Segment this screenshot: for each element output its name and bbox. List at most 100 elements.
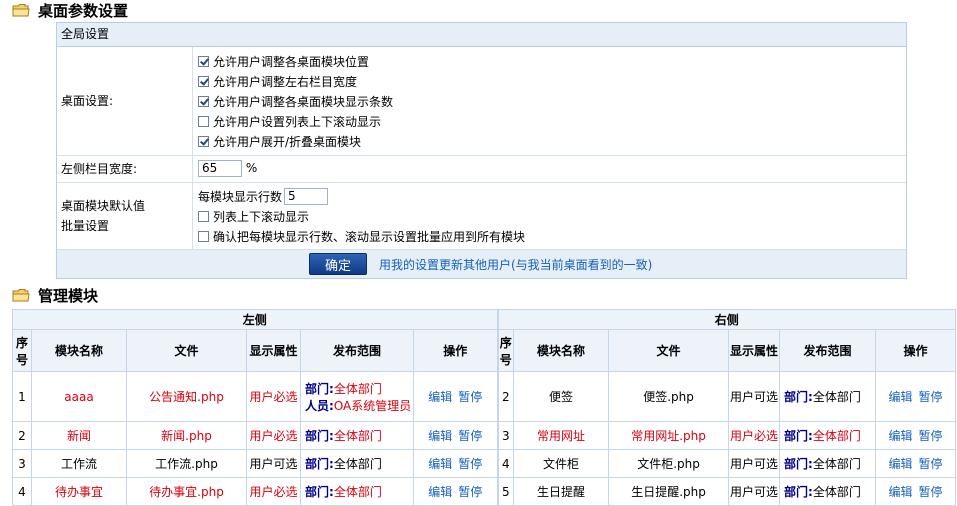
module-name: aaaa (31, 371, 127, 422)
row-actions: 编辑 暂停 (412, 421, 499, 450)
pause-link[interactable]: 暂停 (919, 485, 943, 499)
scroll-label: 列表上下滚动显示 (213, 209, 310, 224)
person-label: 人员: (305, 398, 334, 413)
edit-link[interactable]: 编辑 (889, 390, 913, 404)
edit-link[interactable]: 编辑 (428, 390, 452, 404)
desktop-settings-title: 桌面参数设置 (12, 0, 128, 20)
column-header: 模块名称 (513, 329, 610, 372)
option-label: 允许用户展开/折叠桌面模块 (213, 134, 362, 149)
batch-label-line2: 批量设置 (61, 219, 110, 233)
display-attr: 用户必选 (246, 421, 301, 450)
column-header: 文件 (126, 329, 247, 372)
display-attr: 用户可选 (728, 477, 781, 506)
column-header: 操作 (412, 329, 499, 372)
dept-value: 全体部门 (333, 457, 382, 471)
pause-link[interactable]: 暂停 (458, 457, 482, 471)
pause-link[interactable]: 暂停 (458, 485, 482, 499)
dept-value: 全体部门 (333, 381, 382, 396)
left-side-header: 左侧 (11, 309, 499, 330)
dept-label: 部门: (784, 390, 813, 404)
apply-all-label: 确认把每模块显示行数、滚动显示设置批量应用到所有模块 (213, 229, 526, 244)
module-file: 待办事宜.php (126, 477, 247, 506)
column-header: 文件 (608, 329, 730, 372)
left-width-input[interactable]: 65 (198, 160, 242, 177)
module-file: 工作流.php (126, 449, 247, 478)
folder-icon (12, 289, 30, 302)
scroll-checkbox[interactable] (198, 210, 209, 222)
rows-per-module-input[interactable]: 5 (284, 187, 329, 205)
module-row: 4 待办事宜 待办事宜.php 用户必选 部门:全体部门 编辑 暂停 5 生日提醒 生日提醒.ph… (12, 477, 957, 506)
manage-modules-title: 管理模块 (12, 285, 98, 305)
edit-link[interactable]: 编辑 (889, 485, 913, 499)
row-number: 3 (496, 421, 515, 450)
module-row: 2 新闻 新闻.php 用户必选 部门:全体部门 编辑 暂停 3 常用网址 常用网址.php 用户必… (12, 421, 957, 450)
row-number: 3 (12, 449, 32, 478)
modules-table: 左侧 右侧 序号 模块名称 文件 显示属性 发布范围 操作 序号 模块名称 文件 显示属性 发布范围… (11, 309, 957, 506)
column-header: 序号 (12, 329, 32, 372)
module-name: 待办事宜 (31, 477, 127, 506)
row-actions: 编辑 暂停 (412, 371, 499, 422)
publish-scope: 部门:全体部门 (779, 449, 877, 478)
publish-scope: 部门:全体部门 (300, 477, 414, 506)
row-number: 2 (496, 371, 515, 422)
pause-link[interactable]: 暂停 (458, 429, 482, 443)
row-number: 4 (496, 449, 515, 478)
module-file: 公告通知.php (126, 371, 247, 422)
publish-scope: 部门:全体部门 (779, 371, 877, 422)
option-checkbox[interactable] (198, 95, 209, 107)
scope-dept: 部门:全体部门 (784, 388, 875, 405)
option-label: 允许用户调整各桌面模块位置 (213, 54, 370, 69)
publish-scope: 部门:全体部门 (300, 421, 414, 450)
apply-all-checkbox[interactable] (198, 230, 209, 242)
module-file: 便签.php (608, 371, 730, 422)
display-attr: 用户必选 (246, 477, 301, 506)
module-name: 工作流 (31, 449, 127, 478)
pause-link[interactable]: 暂停 (919, 429, 943, 443)
option-checkbox[interactable] (198, 55, 209, 67)
pause-link[interactable]: 暂停 (919, 390, 943, 404)
row-actions: 编辑 暂停 (875, 449, 957, 478)
column-header: 发布范围 (779, 329, 877, 372)
row-number: 4 (12, 477, 32, 506)
dept-value: 全体部门 (812, 390, 861, 404)
publish-scope: 部门:全体部门 (779, 477, 877, 506)
dept-label: 部门: (784, 429, 813, 443)
display-attr: 用户可选 (728, 449, 781, 478)
option-checkbox[interactable] (198, 75, 209, 87)
batch-label-line1: 桌面模块默认值 (61, 199, 146, 213)
person-value: OA系统管理员 (333, 398, 412, 413)
pause-link[interactable]: 暂停 (919, 457, 943, 471)
dept-label: 部门: (784, 457, 813, 471)
scope-dept: 部门:全体部门 (305, 483, 413, 500)
option-checkbox[interactable] (198, 135, 209, 147)
scope-dept: 部门:全体部门 (305, 455, 413, 472)
desktop-option: 允许用户展开/折叠桌面模块 (198, 131, 906, 151)
desktop-option: 允许用户设置列表上下滚动显示 (198, 111, 906, 131)
pause-link[interactable]: 暂停 (458, 390, 482, 404)
batch-settings-row: 桌面模块默认值 批量设置 每模块显示行数 5 列表上下滚动显示 确认把每模块显示… (57, 183, 906, 250)
option-label: 允许用户设置列表上下滚动显示 (213, 114, 382, 129)
module-name: 文件柜 (513, 449, 610, 478)
edit-link[interactable]: 编辑 (889, 429, 913, 443)
desktop-options-row: 桌面设置: 允许用户调整各桌面模块位置 允许用户调整左右栏目宽度 允许用户调整各桌面… (57, 47, 906, 156)
update-others-link[interactable]: 用我的设置更新其他用户(与我当前桌面看到的一致) (379, 256, 652, 273)
dept-value: 全体部门 (333, 485, 382, 499)
column-header: 序号 (496, 329, 515, 372)
module-name: 生日提醒 (513, 477, 610, 506)
module-file: 生日提醒.php (608, 477, 730, 506)
edit-link[interactable]: 编辑 (428, 457, 452, 471)
edit-link[interactable]: 编辑 (428, 485, 452, 499)
row-number: 1 (12, 371, 32, 422)
row-number: 2 (12, 421, 32, 450)
column-header: 显示属性 (728, 329, 781, 372)
edit-link[interactable]: 编辑 (428, 429, 452, 443)
ok-button[interactable]: 确定 (309, 253, 367, 275)
scope-dept: 部门:全体部门 (784, 427, 875, 444)
rows-per-module-label: 每模块显示行数 (198, 189, 283, 204)
edit-link[interactable]: 编辑 (889, 457, 913, 471)
row-actions: 编辑 暂停 (875, 477, 957, 506)
row-number: 5 (496, 477, 515, 506)
action-row: 确定 用我的设置更新其他用户(与我当前桌面看到的一致) (57, 250, 906, 278)
option-checkbox[interactable] (198, 115, 209, 127)
row-actions: 编辑 暂停 (875, 371, 957, 422)
